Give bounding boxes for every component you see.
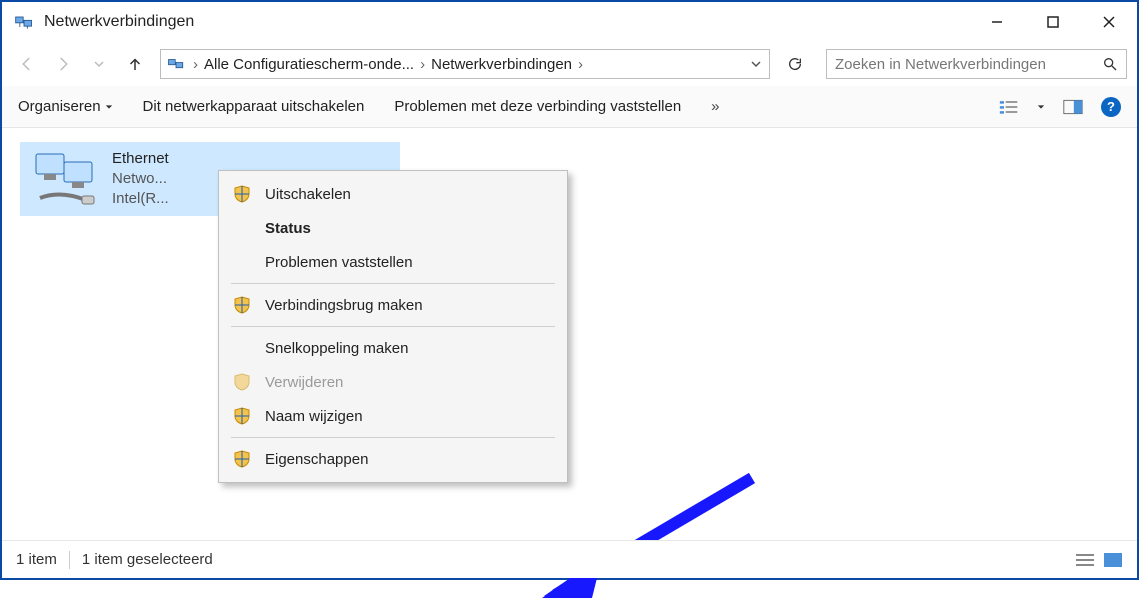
preview-pane-button[interactable] xyxy=(1063,98,1083,116)
connection-line3: Intel(R... xyxy=(112,189,169,209)
ctx-shortcut[interactable]: Snelkoppeling maken xyxy=(219,331,567,365)
ctx-delete: Verwijderen xyxy=(219,365,567,399)
view-options-button[interactable] xyxy=(999,98,1019,116)
content-area: Ethernet Netwo... Intel(R... Uitschakele… xyxy=(2,128,1137,534)
window-title: Netwerkverbindingen xyxy=(44,13,194,31)
network-adapter-icon xyxy=(30,150,102,208)
shield-icon xyxy=(233,407,251,425)
chevron-right-icon[interactable]: › xyxy=(576,56,585,73)
status-selected: 1 item geselecteerd xyxy=(82,551,213,568)
maximize-button[interactable] xyxy=(1025,2,1081,42)
toolbar-overflow[interactable]: » xyxy=(711,98,719,115)
separator xyxy=(231,283,555,284)
annotation-arrow xyxy=(542,468,772,598)
ctx-properties-label: Eigenschappen xyxy=(265,451,368,468)
ctx-rename-label: Naam wijzigen xyxy=(265,408,363,425)
ctx-status[interactable]: Status xyxy=(219,211,567,245)
diagnose-label: Problemen met deze verbinding vaststelle… xyxy=(394,98,681,115)
details-view-button[interactable] xyxy=(1075,552,1095,568)
search-placeholder: Zoeken in Netwerkverbindingen xyxy=(835,56,1102,73)
separator xyxy=(69,551,70,569)
ctx-diagnose-label: Problemen vaststellen xyxy=(265,254,413,271)
status-count: 1 item xyxy=(16,551,57,568)
ctx-disable-label: Uitschakelen xyxy=(265,186,351,203)
window-icon xyxy=(14,12,34,32)
refresh-button[interactable] xyxy=(778,49,812,79)
address-dropdown[interactable] xyxy=(743,59,769,69)
ctx-delete-label: Verwijderen xyxy=(265,374,343,391)
ctx-bridge-label: Verbindingsbrug maken xyxy=(265,297,423,314)
recent-dropdown[interactable] xyxy=(84,49,114,79)
shield-icon xyxy=(233,450,251,468)
toolbar: Organiseren Dit netwerkapparaat uitschak… xyxy=(2,86,1137,128)
breadcrumb-seg-1[interactable]: Alle Configuratiescherm-onde... xyxy=(200,56,418,73)
disable-device-label: Dit netwerkapparaat uitschakelen xyxy=(143,98,365,115)
shield-icon xyxy=(233,296,251,314)
ctx-bridge[interactable]: Verbindingsbrug maken xyxy=(219,288,567,322)
disable-device-button[interactable]: Dit netwerkapparaat uitschakelen xyxy=(143,98,365,115)
connection-line2: Netwo... xyxy=(112,169,169,189)
breadcrumb-seg-2[interactable]: Netwerkverbindingen xyxy=(427,56,576,73)
chevron-down-icon xyxy=(105,103,113,111)
large-icons-view-button[interactable] xyxy=(1103,552,1123,568)
help-button[interactable]: ? xyxy=(1101,97,1121,117)
search-box[interactable]: Zoeken in Netwerkverbindingen xyxy=(826,49,1127,79)
chevron-right-icon[interactable]: › xyxy=(191,56,200,73)
organize-label: Organiseren xyxy=(18,98,101,115)
ctx-rename[interactable]: Naam wijzigen xyxy=(219,399,567,433)
chevron-down-icon[interactable] xyxy=(1037,103,1045,111)
ctx-properties[interactable]: Eigenschappen xyxy=(219,442,567,476)
context-menu: Uitschakelen Status Problemen vaststelle… xyxy=(218,170,568,483)
shield-icon xyxy=(233,373,251,391)
ctx-disable[interactable]: Uitschakelen xyxy=(219,177,567,211)
chevron-right-icon[interactable]: › xyxy=(418,56,427,73)
separator xyxy=(231,437,555,438)
ctx-shortcut-label: Snelkoppeling maken xyxy=(265,340,408,357)
navigation-row: › Alle Configuratiescherm-onde... › Netw… xyxy=(2,42,1137,86)
connection-name: Ethernet xyxy=(112,149,169,169)
up-button[interactable] xyxy=(120,49,150,79)
search-icon[interactable] xyxy=(1102,56,1118,72)
back-button[interactable] xyxy=(12,49,42,79)
status-bar: 1 item 1 item geselecteerd xyxy=(2,540,1137,578)
ctx-status-label: Status xyxy=(265,220,311,237)
organize-button[interactable]: Organiseren xyxy=(18,98,113,115)
address-icon xyxy=(167,55,185,73)
ctx-diagnose[interactable]: Problemen vaststellen xyxy=(219,245,567,279)
address-bar[interactable]: › Alle Configuratiescherm-onde... › Netw… xyxy=(160,49,770,79)
title-bar: Netwerkverbindingen xyxy=(2,2,1137,42)
forward-button[interactable] xyxy=(48,49,78,79)
minimize-button[interactable] xyxy=(969,2,1025,42)
diagnose-button[interactable]: Problemen met deze verbinding vaststelle… xyxy=(394,98,681,115)
close-button[interactable] xyxy=(1081,2,1137,42)
shield-icon xyxy=(233,185,251,203)
separator xyxy=(231,326,555,327)
